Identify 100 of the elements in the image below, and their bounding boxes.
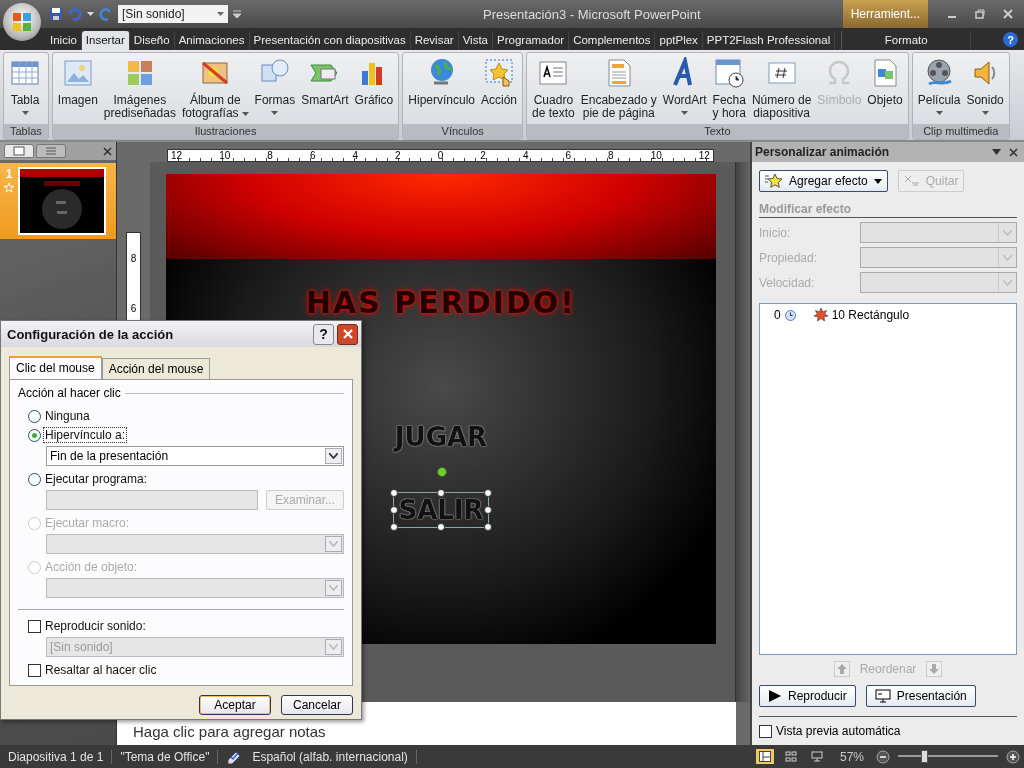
ribbon-button[interactable]: Cuadro de texto	[529, 53, 578, 120]
group-label: Texto	[527, 124, 908, 139]
close-button[interactable]	[337, 323, 358, 345]
ribbon-button[interactable]: Formas	[251, 53, 299, 115]
ribbon-tab[interactable]: Insertar	[81, 31, 130, 50]
sound-dropdown[interactable]: [Sin sonido]	[118, 5, 228, 23]
ribbon-button[interactable]: Encabezado y pie de página	[577, 53, 660, 120]
option-label: Acción de objeto:	[44, 560, 139, 574]
slides-tab[interactable]	[4, 144, 34, 158]
radio-button[interactable]	[28, 472, 41, 486]
effect-item[interactable]: 0 10 Rectángulo	[760, 308, 1016, 322]
ribbon-button[interactable]: Tabla	[6, 53, 44, 115]
ribbon-button[interactable]: Fecha y hora	[709, 53, 749, 120]
picture-icon	[61, 57, 94, 89]
checkbox[interactable]	[28, 619, 41, 633]
option-label: Resaltar al hacer clic	[44, 663, 158, 677]
office-logo-icon	[11, 11, 33, 33]
remove-effect-icon	[903, 175, 920, 187]
ribbon-button[interactable]: Gráfico	[351, 53, 397, 107]
caret-icon	[1003, 229, 1012, 236]
calendar-clock-icon	[713, 57, 746, 89]
ribbon-button[interactable]: Álbum de fotografías	[178, 53, 252, 120]
checkbox[interactable]	[28, 663, 41, 677]
projector-screen-icon	[874, 689, 891, 703]
caret-icon[interactable]	[87, 11, 94, 17]
ribbon-button[interactable]: WordArt	[659, 53, 710, 115]
clock-icon	[784, 309, 796, 321]
option-label: Ninguna	[44, 409, 91, 423]
pane-title: Personalizar animación	[755, 145, 891, 159]
zoom-in-icon[interactable]	[1006, 749, 1020, 764]
contextual-tab-header: Herramient...	[842, 0, 928, 28]
group-label: Tablas	[4, 124, 48, 139]
dialog-button[interactable]: Cancelar	[281, 695, 353, 715]
ribbon-button[interactable]: Acción	[478, 53, 521, 107]
zoom-out-icon[interactable]	[876, 749, 890, 764]
reorder-label: Reordenar	[859, 662, 917, 676]
group-label: Acción al hacer clic	[18, 386, 121, 400]
normal-view-icon[interactable]	[755, 749, 774, 764]
caret-icon	[1003, 254, 1012, 261]
save-icon[interactable]	[49, 7, 63, 21]
screen-drawing	[810, 751, 823, 762]
caret-icon	[329, 541, 338, 547]
resize-handle[interactable]	[437, 523, 445, 531]
radio-button[interactable]	[28, 409, 41, 423]
status-text: Diapositiva 1 de 1	[8, 749, 113, 764]
rotation-handle[interactable]	[437, 467, 447, 477]
caret-icon	[1003, 279, 1012, 286]
restore-icon[interactable]	[974, 8, 986, 20]
effect-name: 10 Rectángulo	[831, 308, 910, 322]
caret-icon	[873, 178, 882, 184]
ribbon-button[interactable]: SmartArt	[298, 53, 352, 107]
customize-caret-icon[interactable]	[233, 10, 241, 18]
group-label: Vínculos	[403, 124, 523, 139]
grid-drawing	[784, 751, 797, 762]
effect-order: 0	[774, 308, 781, 322]
option-label: Reproducir sonido:	[44, 619, 147, 633]
zoom-slider-thumb[interactable]	[921, 750, 928, 763]
option-label: Hipervínculo a:	[44, 428, 127, 442]
ribbon-button[interactable]: Imágenes prediseñadas	[100, 53, 179, 120]
close-icon	[341, 328, 354, 340]
starburst-icon	[813, 308, 828, 322]
radio-button[interactable]	[28, 428, 41, 442]
checkbox[interactable]	[759, 724, 772, 738]
caret-icon	[217, 11, 224, 17]
ribbon-button[interactable]: Objeto	[864, 53, 906, 107]
dialog-tab[interactable]: Acción del mouse	[101, 358, 211, 379]
close-icon[interactable]	[1009, 147, 1018, 157]
ribbon-button[interactable]: Imagen	[54, 53, 101, 107]
resize-handle[interactable]	[437, 489, 445, 497]
play-button[interactable]: Reproducir	[759, 685, 856, 707]
add-effect-button[interactable]: Agregar efecto	[759, 170, 888, 192]
caret-icon	[329, 644, 338, 650]
status-text: "Tema de Office"	[120, 749, 219, 764]
ribbon-button[interactable]: Película	[914, 53, 964, 115]
slideshow-button[interactable]: Presentación	[865, 685, 976, 707]
option-label: Ejecutar macro:	[44, 516, 131, 530]
slide-icon	[13, 146, 25, 156]
group-label: Ilustraciones	[52, 124, 399, 139]
ribbon-button[interactable]: Número de diapositiva	[748, 53, 815, 120]
help-button[interactable]: ?	[1003, 32, 1018, 47]
ribbon-button[interactable]: Sonido	[963, 53, 1007, 115]
section-heading: Modificar efecto	[759, 202, 1017, 218]
help-button[interactable]: ?	[313, 323, 334, 345]
dialog-button[interactable]: Aceptar	[199, 695, 271, 715]
caret-icon	[329, 453, 338, 459]
slide-title: HAS PERDIDO!	[305, 285, 577, 320]
horizontal-ruler: 12 10 8 6 4 2 0 2 4 6 8 10 12	[167, 149, 714, 162]
field-label: Inicio:	[759, 225, 791, 240]
zoom-level[interactable]: 57%	[839, 749, 864, 764]
outline-icon	[45, 146, 57, 156]
vertical-scrollbar[interactable]	[735, 162, 750, 702]
field-label: Propiedad:	[759, 250, 818, 265]
ribbon-button[interactable]: Hipervínculo	[405, 53, 478, 107]
dialog-tab[interactable]: Clic del mouse	[9, 356, 102, 379]
caret-icon[interactable]	[992, 149, 1001, 155]
normal-view-drawing	[758, 751, 771, 762]
office-button[interactable]	[3, 3, 41, 41]
dropdown[interactable]: Fin de la presentación	[46, 446, 344, 466]
close-icon[interactable]	[103, 146, 112, 156]
star-icon	[765, 173, 783, 189]
